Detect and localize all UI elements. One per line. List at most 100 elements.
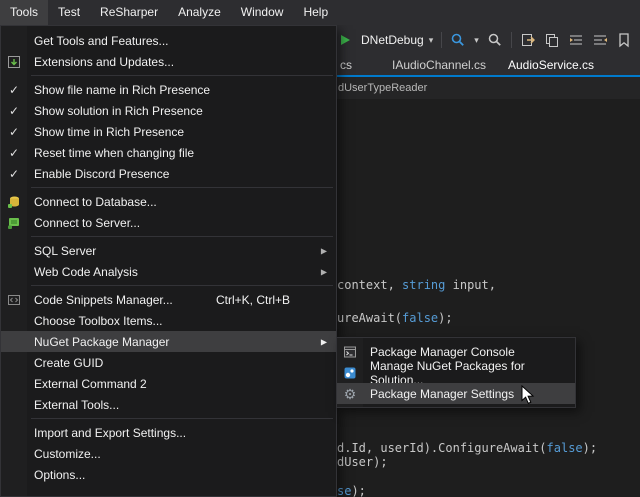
menu-item-sql-server[interactable]: SQL Server ▶ [1, 240, 336, 261]
menu-item-extensions-and-updates[interactable]: Extensions and Updates... [1, 51, 336, 72]
menu-item-label: Connect to Database... [34, 195, 157, 209]
submenu-item-package-manager-settings[interactable]: ⚙ Package Manager Settings [337, 383, 575, 404]
menu-item-label: External Command 2 [34, 377, 147, 391]
menu-item-code-snippets-manager[interactable]: Code Snippets Manager... Ctrl+K, Ctrl+B [1, 289, 336, 310]
code-text: input, [445, 278, 496, 292]
menu-item-shortcut: Ctrl+K, Ctrl+B [216, 293, 328, 307]
menu-separator [31, 418, 333, 419]
menu-test[interactable]: Test [48, 0, 90, 25]
menu-item-label: Choose Toolbox Items... [34, 314, 163, 328]
menu-item-label: Get Tools and Features... [34, 34, 169, 48]
nuget-submenu: Package Manager Console Manage NuGet Pac… [336, 337, 576, 408]
menu-item-label: Connect to Server... [34, 216, 140, 230]
menu-item-label: Show time in Rich Presence [34, 125, 184, 139]
outdent-icon[interactable] [568, 32, 584, 48]
menu-separator [31, 75, 333, 76]
code-text: ureAwait( [337, 311, 402, 325]
tools-dropdown-menu: Get Tools and Features... Extensions and… [0, 25, 337, 497]
menu-item-external-command-2[interactable]: External Command 2 [1, 373, 336, 394]
start-debug-icon[interactable] [337, 32, 353, 48]
menu-item-enable-discord-presence[interactable]: ✓ Enable Discord Presence [1, 163, 336, 184]
menu-item-nuget-package-manager[interactable]: NuGet Package Manager ▶ [1, 331, 336, 352]
menu-item-label: Code Snippets Manager... [34, 293, 173, 307]
search-icon[interactable] [487, 32, 503, 48]
copy-icon[interactable] [544, 32, 560, 48]
nuget-package-icon [342, 365, 358, 381]
menu-resharper[interactable]: ReSharper [90, 0, 168, 25]
menu-item-customize[interactable]: Customize... [1, 443, 336, 464]
debug-target-dropdown[interactable]: DNetDebug ▾ [361, 33, 433, 47]
menu-item-label: Import and Export Settings... [34, 426, 186, 440]
code-text: ); [438, 311, 452, 325]
submenu-item-manage-nuget-packages[interactable]: Manage NuGet Packages for Solution... [337, 362, 575, 383]
vs-window: context, string input, ureAwait(false); … [0, 0, 640, 497]
menu-item-label: Enable Discord Presence [34, 167, 169, 181]
breadcrumb[interactable]: dUserTypeReader [338, 77, 427, 99]
menu-item-label: Customize... [34, 447, 101, 461]
menu-item-connect-to-database[interactable]: Connect to Database... [1, 191, 336, 212]
goto-icon[interactable] [520, 32, 536, 48]
code-text: dUser); [337, 455, 388, 469]
code-line: se); [337, 484, 366, 497]
menu-item-label: NuGet Package Manager [34, 335, 169, 349]
menu-item-show-time-rich-presence[interactable]: ✓ Show time in Rich Presence [1, 121, 336, 142]
search-dropdown-icon[interactable] [450, 32, 466, 48]
gear-icon: ⚙ [342, 386, 358, 402]
menu-analyze[interactable]: Analyze [168, 0, 231, 25]
menu-window[interactable]: Window [231, 0, 294, 25]
menu-item-connect-to-server[interactable]: Connect to Server... [1, 212, 336, 233]
tab-audioservice[interactable]: AudioService.cs [508, 55, 594, 75]
menu-item-show-file-name-rich-presence[interactable]: ✓ Show file name in Rich Presence [1, 79, 336, 100]
menu-separator [31, 187, 333, 188]
menu-item-get-tools-and-features[interactable]: Get Tools and Features... [1, 30, 336, 51]
menu-item-create-guid[interactable]: Create GUID [1, 352, 336, 373]
code-keyword: se [337, 484, 351, 497]
menu-item-show-solution-rich-presence[interactable]: ✓ Show solution in Rich Presence [1, 100, 336, 121]
code-text: context, [337, 278, 402, 292]
menu-item-label: External Tools... [34, 398, 119, 412]
menu-item-external-tools[interactable]: External Tools... [1, 394, 336, 415]
submenu-item-label: Package Manager Settings [370, 387, 514, 401]
check-icon: ✓ [9, 146, 19, 160]
menu-item-label: Options... [34, 468, 85, 482]
indent-icon[interactable] [592, 32, 608, 48]
check-icon: ✓ [9, 125, 19, 139]
check-icon: ✓ [9, 167, 19, 181]
database-icon [6, 194, 22, 210]
menu-item-reset-time-when-changing-file[interactable]: ✓ Reset time when changing file [1, 142, 336, 163]
menu-item-label: Create GUID [34, 356, 103, 370]
tab-iaudiochannel[interactable]: IAudioChannel.cs [392, 55, 486, 75]
submenu-item-label: Package Manager Console [370, 345, 515, 359]
menu-item-import-export-settings[interactable]: Import and Export Settings... [1, 422, 336, 443]
code-keyword: false [547, 441, 583, 455]
menu-help[interactable]: Help [293, 0, 338, 25]
code-line: context, string input, [337, 278, 496, 292]
code-line: d.Id, userId).ConfigureAwait(false); [337, 441, 597, 455]
code-text: d.Id, userId).ConfigureAwait( [337, 441, 547, 455]
submenu-arrow-icon: ▶ [321, 246, 327, 255]
submenu-arrow-icon: ▶ [321, 267, 327, 276]
menu-item-options[interactable]: Options... [1, 464, 336, 485]
menu-tools[interactable]: Tools [0, 0, 48, 25]
code-keyword: string [402, 278, 445, 292]
code-line: ureAwait(false); [337, 311, 453, 325]
console-icon [342, 344, 358, 360]
snippets-icon [6, 292, 22, 308]
code-keyword: false [402, 311, 438, 325]
check-icon: ✓ [9, 83, 19, 97]
menu-item-choose-toolbox-items[interactable]: Choose Toolbox Items... [1, 310, 336, 331]
menu-separator [31, 236, 333, 237]
menu-separator [31, 285, 333, 286]
submenu-arrow-icon: ▶ [321, 337, 327, 346]
debug-target-label: DNetDebug [361, 33, 424, 47]
tab-partial[interactable]: cs [340, 55, 352, 75]
chevron-down-icon[interactable]: ▾ [474, 35, 479, 46]
menu-item-label: Web Code Analysis [34, 265, 138, 279]
bookmark-icon[interactable] [616, 32, 632, 48]
menu-item-label: Reset time when changing file [34, 146, 194, 160]
code-text: ); [351, 484, 365, 497]
menu-item-label: Show solution in Rich Presence [34, 104, 203, 118]
toolbar-separator [511, 32, 512, 48]
check-icon: ✓ [9, 104, 19, 118]
menu-item-web-code-analysis[interactable]: Web Code Analysis ▶ [1, 261, 336, 282]
